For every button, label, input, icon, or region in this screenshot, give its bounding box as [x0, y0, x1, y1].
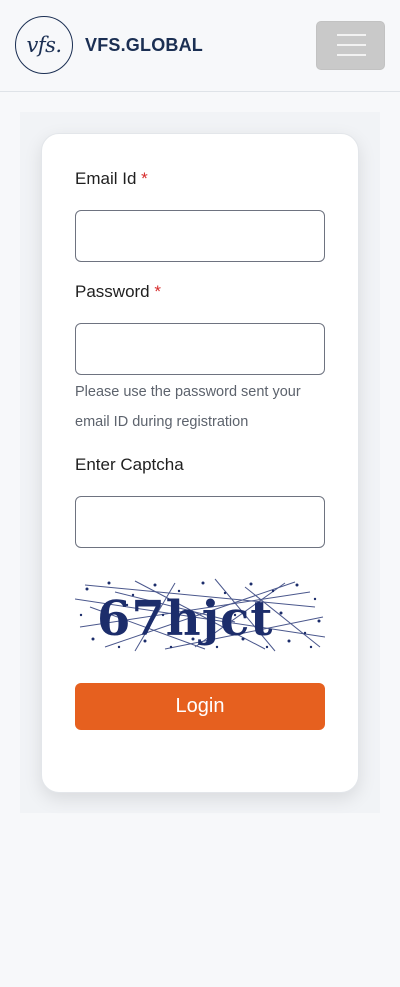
- email-label: Email Id *: [75, 169, 148, 189]
- captcha-input[interactable]: [75, 496, 325, 548]
- email-label-text: Email Id: [75, 169, 137, 188]
- required-asterisk: *: [154, 282, 161, 301]
- email-field[interactable]: [75, 210, 325, 262]
- menu-toggle-button[interactable]: [316, 21, 385, 70]
- logo-text: VFS.GLOBAL: [85, 34, 203, 55]
- vfs-logo[interactable]: vfs. VFS.GLOBAL: [15, 16, 203, 74]
- password-label: Password *: [75, 282, 161, 302]
- site-header: vfs. VFS.GLOBAL: [0, 0, 400, 92]
- password-field[interactable]: [75, 323, 325, 375]
- password-label-text: Password: [75, 282, 150, 301]
- login-button[interactable]: Login: [75, 683, 325, 730]
- required-asterisk: *: [141, 169, 148, 188]
- captcha-text: 67hjct: [97, 591, 273, 647]
- hamburger-menu-icon: [337, 34, 366, 36]
- password-hint: Please use the password sent your email …: [75, 384, 301, 430]
- captcha-image: 67hjct: [74, 577, 326, 653]
- logo-mark: vfs.: [15, 16, 73, 74]
- captcha-label: Enter Captcha: [75, 455, 184, 474]
